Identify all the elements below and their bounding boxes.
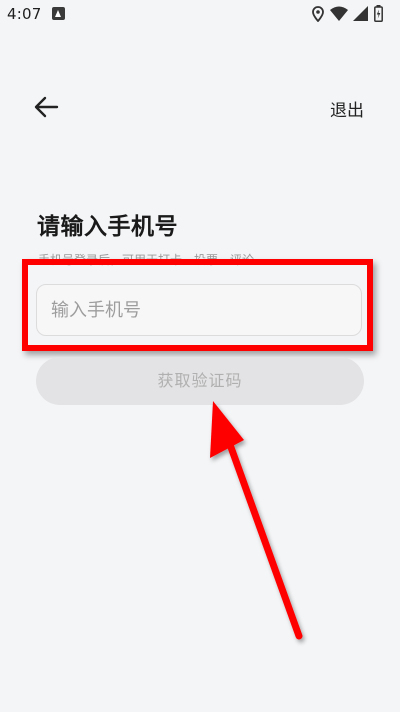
- exit-button[interactable]: 退出: [330, 96, 364, 121]
- page-subtitle: 手机号登录后，可用于打卡、投票、评论: [38, 253, 255, 267]
- page-title: 请输入手机号: [37, 214, 178, 240]
- battery-icon: [374, 5, 383, 22]
- notification-app-icon: [52, 7, 65, 20]
- status-time: 4:07: [7, 5, 42, 23]
- annotation-arrow-head: [210, 401, 244, 458]
- cellular-signal-icon: [353, 6, 368, 21]
- status-icons: [312, 4, 392, 24]
- wifi-icon: [330, 6, 348, 21]
- annotation-arrow-shaft: [224, 435, 303, 640]
- back-button[interactable]: [30, 90, 64, 124]
- phone-number-input[interactable]: [36, 284, 362, 336]
- status-bar: 4:07: [0, 0, 400, 28]
- location-icon: [312, 6, 324, 22]
- get-verification-code-button[interactable]: 获取验证码: [36, 357, 364, 405]
- arrow-left-icon: [34, 96, 59, 118]
